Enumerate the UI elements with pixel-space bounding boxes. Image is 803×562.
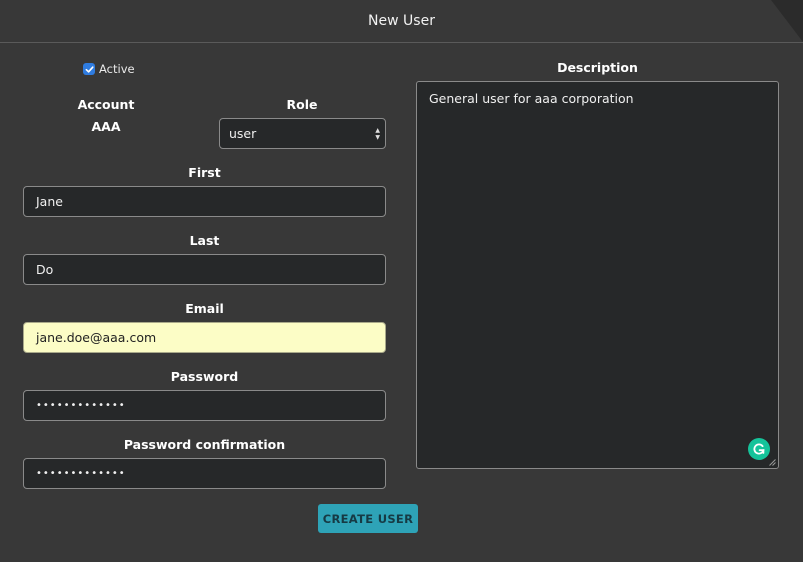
resize-handle-icon[interactable] xyxy=(769,459,776,466)
description-label: Description xyxy=(557,60,638,75)
description-textarea[interactable]: General user for aaa corporation xyxy=(416,81,779,469)
active-label: Active xyxy=(99,62,135,76)
password-confirmation-label: Password confirmation xyxy=(123,437,286,452)
account-label: Account xyxy=(77,97,135,112)
updown-arrows-icon: ▲ ▼ xyxy=(375,126,380,141)
email-input[interactable]: jane.doe@aaa.com xyxy=(23,322,386,353)
check-icon xyxy=(85,65,94,73)
password-confirmation-value: ••••••••••••• xyxy=(36,468,126,479)
first-name-input[interactable]: Jane xyxy=(23,186,386,217)
email-value: jane.doe@aaa.com xyxy=(36,330,157,345)
password-input[interactable]: ••••••••••••• xyxy=(23,390,386,421)
grammarly-glyph xyxy=(753,443,765,455)
new-user-window: New User Active Account AAA Role user ▲ ▼… xyxy=(0,0,803,562)
password-confirmation-input[interactable]: ••••••••••••• xyxy=(23,458,386,489)
window-title: New User xyxy=(0,0,803,43)
email-label: Email xyxy=(185,301,224,316)
active-checkbox-row[interactable]: Active xyxy=(83,62,135,76)
last-name-input[interactable]: Do xyxy=(23,254,386,285)
last-name-value: Do xyxy=(36,262,54,277)
last-label: Last xyxy=(189,233,220,248)
window-corner xyxy=(771,0,803,42)
first-name-value: Jane xyxy=(36,194,63,209)
create-user-button[interactable]: CREATE USER xyxy=(318,504,418,533)
password-value: ••••••••••••• xyxy=(36,400,126,411)
grammarly-icon[interactable] xyxy=(748,438,770,460)
role-select[interactable]: user ▲ ▼ xyxy=(219,118,386,149)
role-select-value: user xyxy=(229,126,257,141)
description-value: General user for aaa corporation xyxy=(429,91,634,106)
password-label: Password xyxy=(170,369,239,384)
first-label: First xyxy=(188,165,221,180)
role-label: Role xyxy=(286,97,318,112)
account-value: AAA xyxy=(91,119,121,134)
active-checkbox[interactable] xyxy=(83,63,95,75)
